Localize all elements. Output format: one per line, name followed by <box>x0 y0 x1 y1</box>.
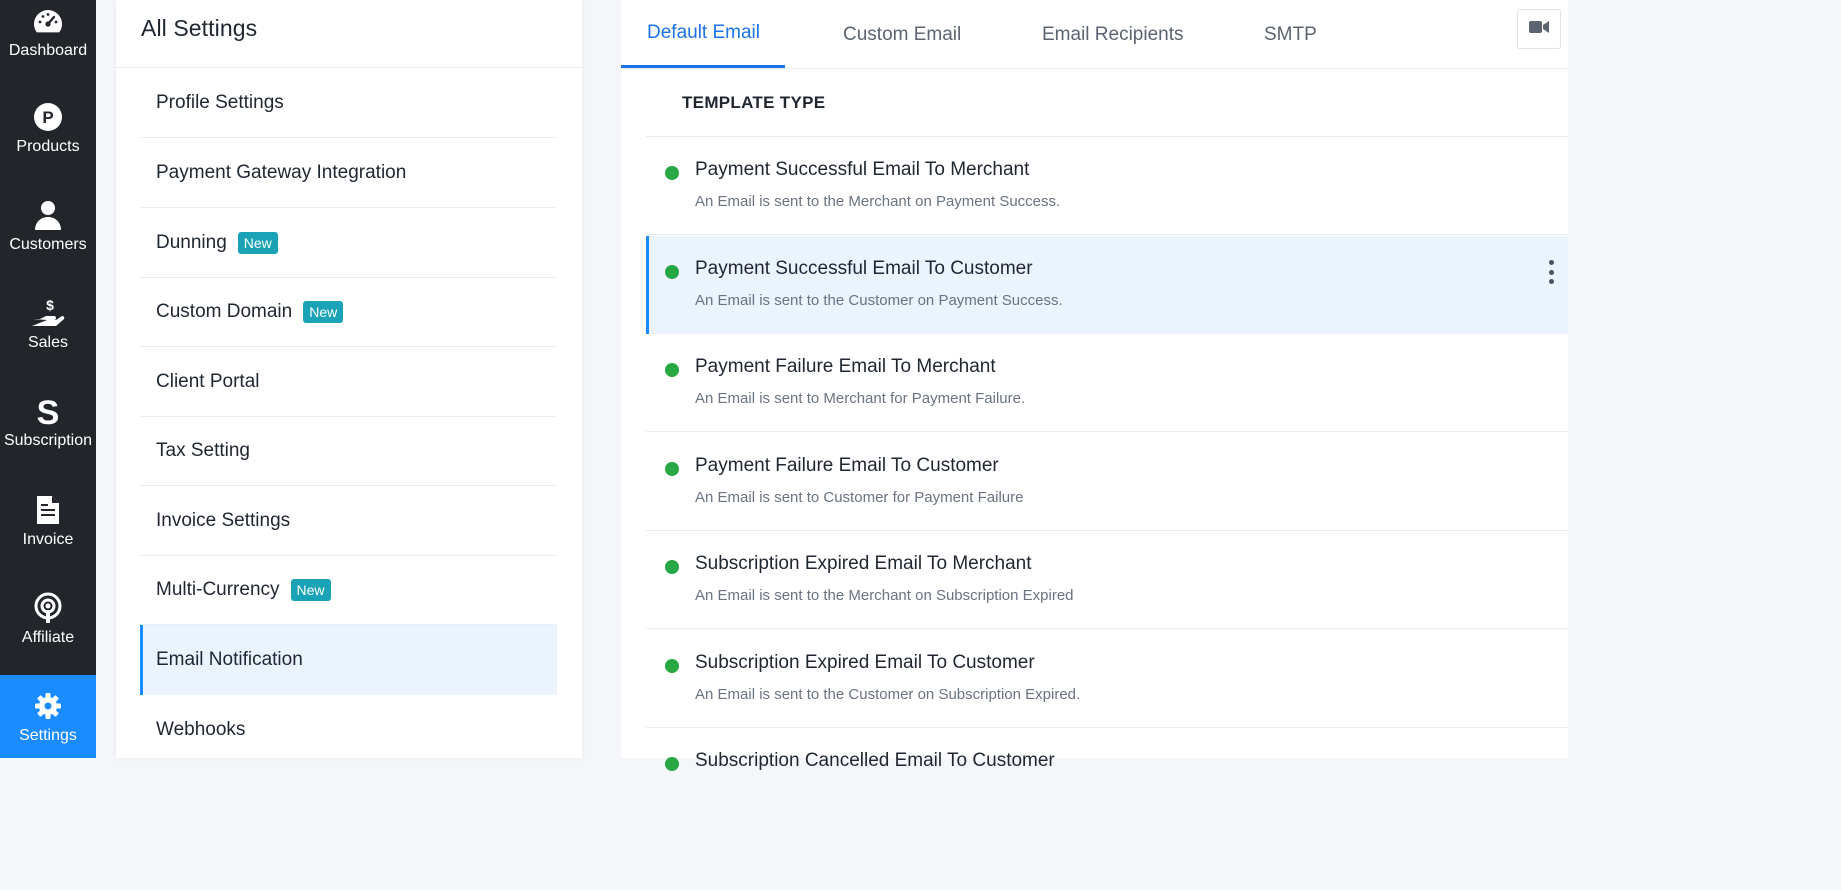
svg-text:P: P <box>42 108 53 127</box>
video-camera-icon <box>1529 20 1549 39</box>
nav-label: Subscription <box>3 432 93 449</box>
settings-item-label: Multi-Currency <box>156 578 280 600</box>
page-title: All Settings <box>141 15 258 41</box>
settings-item-email-notification[interactable]: Email Notification <box>140 625 557 695</box>
tab-custom-email[interactable]: Custom Email <box>843 0 961 69</box>
status-dot <box>665 462 679 476</box>
settings-item-label: Dunning <box>156 231 227 253</box>
settings-item-multi-currency[interactable]: Multi-Currency New <box>140 555 557 625</box>
template-row[interactable]: Payment Successful Email To Customer An … <box>646 236 1568 334</box>
template-description: An Email is sent to the Merchant on Subs… <box>695 587 1074 604</box>
nav-label: Invoice <box>22 531 74 548</box>
user-icon <box>34 200 62 230</box>
template-row[interactable]: Payment Failure Email To Merchant An Ema… <box>646 334 1568 432</box>
settings-item-client-portal[interactable]: Client Portal <box>140 347 557 417</box>
template-row[interactable]: Subscription Expired Email To Merchant A… <box>646 531 1568 629</box>
status-dot <box>665 757 679 771</box>
svg-text:$: $ <box>46 297 54 313</box>
template-title: Payment Successful Email To Merchant <box>695 159 1030 180</box>
settings-item-dunning[interactable]: Dunning New <box>140 208 557 278</box>
new-badge: New <box>237 231 278 254</box>
document-icon <box>36 495 60 525</box>
speedometer-icon <box>32 6 64 36</box>
svg-text:S: S <box>37 395 60 427</box>
hand-dollar-icon: $ <box>31 297 65 328</box>
tab-label: Default Email <box>647 21 760 43</box>
settings-item-label: Payment Gateway Integration <box>156 161 407 183</box>
nav-label: Affiliate <box>21 629 75 646</box>
status-dot <box>665 265 679 279</box>
nav-item-products[interactable]: P Products <box>0 102 96 200</box>
nav-label: Dashboard <box>8 42 88 59</box>
nav-label: Customers <box>9 236 87 253</box>
nav-item-dashboard[interactable]: Dashboard <box>0 0 96 68</box>
settings-item-webhooks[interactable]: Webhooks <box>140 695 557 765</box>
settings-item-profile[interactable]: Profile Settings <box>140 68 557 138</box>
template-row[interactable]: Payment Successful Email To Merchant An … <box>646 137 1568 235</box>
template-type-header: TEMPLATE TYPE <box>646 69 1568 137</box>
email-notification-panel: Default Email Custom Email Email Recipie… <box>621 0 1568 771</box>
email-tabs: Default Email Custom Email Email Recipie… <box>621 0 1568 69</box>
template-title: Payment Failure Email To Merchant <box>695 356 996 377</box>
tab-label: Custom Email <box>843 23 962 45</box>
tab-label: Email Recipients <box>1042 23 1184 45</box>
template-title: Payment Failure Email To Customer <box>695 455 999 476</box>
template-title: Payment Successful Email To Customer <box>695 258 1033 279</box>
gear-icon <box>34 691 62 721</box>
product-p-icon: P <box>33 102 63 132</box>
settings-item-label: Client Portal <box>156 370 260 392</box>
template-description: An Email is sent to Customer for Payment… <box>695 489 1024 506</box>
tab-default-email[interactable]: Default Email <box>621 0 785 68</box>
main-nav: Dashboard P Products Customers $ Sales S… <box>0 0 96 758</box>
tab-smtp[interactable]: SMTP <box>1264 0 1317 69</box>
nav-label: Products <box>16 138 80 155</box>
nav-item-settings[interactable]: Settings <box>0 675 96 758</box>
settings-item-label: Profile Settings <box>156 91 284 113</box>
new-badge: New <box>290 578 331 601</box>
settings-item-label: Email Notification <box>156 649 303 670</box>
template-title: Subscription Expired Email To Merchant <box>695 553 1032 574</box>
settings-item-label: Custom Domain <box>156 300 293 322</box>
tab-email-recipients[interactable]: Email Recipients <box>1042 0 1184 69</box>
settings-item-label: Invoice Settings <box>156 509 291 531</box>
more-options-icon[interactable] <box>1546 260 1556 284</box>
status-dot <box>665 659 679 673</box>
template-title: Subscription Cancelled Email To Customer <box>695 750 1055 771</box>
video-tutorial-button[interactable] <box>1517 9 1561 49</box>
template-title: Subscription Expired Email To Customer <box>695 652 1035 673</box>
template-row[interactable]: Subscription Expired Email To Customer A… <box>646 630 1568 728</box>
settings-item-label: Tax Setting <box>156 439 250 461</box>
template-description: An Email is sent to Merchant for Payment… <box>695 390 1026 407</box>
nav-label: Sales <box>27 334 69 351</box>
template-description: An Email is sent to the Customer on Paym… <box>695 292 1063 309</box>
broadcast-icon <box>33 592 63 623</box>
settings-item-custom-domain[interactable]: Custom Domain New <box>140 277 557 347</box>
status-dot <box>665 166 679 180</box>
settings-item-invoice[interactable]: Invoice Settings <box>140 486 557 556</box>
settings-list-header: All Settings <box>116 0 582 68</box>
settings-item-label: Webhooks <box>156 719 246 740</box>
settings-list-panel: All Settings Profile Settings Payment Ga… <box>116 0 582 758</box>
status-dot <box>665 363 679 377</box>
subscription-s-icon: S <box>35 395 61 427</box>
template-description: An Email is sent to the Customer on Subs… <box>695 686 1081 703</box>
template-description: An Email is sent to the Merchant on Paym… <box>695 193 1061 210</box>
nav-item-subscription[interactable]: S Subscription <box>0 395 96 494</box>
status-dot <box>665 560 679 574</box>
template-row[interactable]: Payment Failure Email To Customer An Ema… <box>646 433 1568 531</box>
settings-item-tax[interactable]: Tax Setting <box>140 416 557 486</box>
column-header: TEMPLATE TYPE <box>682 92 826 112</box>
settings-item-payment-gateway[interactable]: Payment Gateway Integration <box>140 138 557 208</box>
new-badge: New <box>303 300 344 323</box>
tab-label: SMTP <box>1264 23 1317 45</box>
nav-item-customers[interactable]: Customers <box>0 200 96 298</box>
nav-label: Settings <box>19 727 77 744</box>
template-row[interactable]: Subscription Cancelled Email To Customer <box>646 728 1568 771</box>
nav-item-sales[interactable]: $ Sales <box>0 297 96 396</box>
nav-item-invoice[interactable]: Invoice <box>0 495 96 593</box>
